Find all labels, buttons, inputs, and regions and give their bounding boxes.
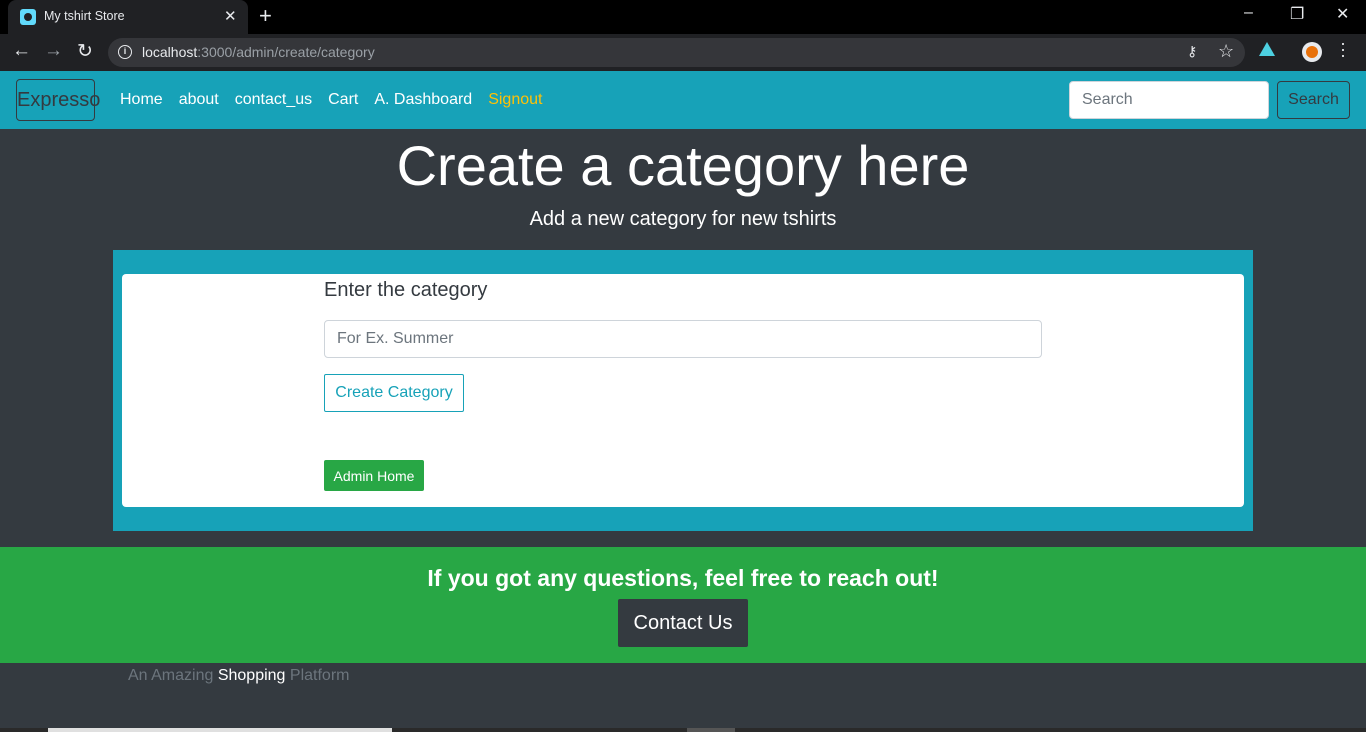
key-icon[interactable]: ⚷ <box>1187 43 1197 60</box>
page-title: Create a category here <box>396 134 970 197</box>
site-info-icon[interactable]: i <box>118 45 132 59</box>
browser-menu-icon[interactable]: · · · <box>1338 34 1348 64</box>
nav-link-home[interactable]: Home <box>120 91 163 109</box>
forward-icon[interactable]: → <box>44 40 63 62</box>
browser-toolbar: ← → ↻ i localhost:3000/admin/create/cate… <box>0 34 1366 71</box>
profile-avatar[interactable] <box>1302 42 1322 62</box>
tab-title: My tshirt Store <box>44 9 125 23</box>
nav-link-admin-dashboard[interactable]: A. Dashboard <box>374 91 472 109</box>
extension-icon[interactable] <box>1259 42 1275 56</box>
react-favicon-icon <box>20 9 36 25</box>
category-input[interactable] <box>324 320 1042 358</box>
nav-link-about[interactable]: about <box>179 91 219 109</box>
nav-link-cart[interactable]: Cart <box>328 91 358 109</box>
close-window-icon[interactable]: ✕ <box>1336 4 1349 24</box>
search-button[interactable]: Search <box>1277 81 1350 119</box>
url-text: localhost:3000/admin/create/category <box>142 44 375 60</box>
close-tab-icon[interactable]: ✕ <box>224 7 237 25</box>
create-category-button[interactable]: Create Category <box>324 374 464 412</box>
category-label: Enter the category <box>324 279 488 301</box>
footer-message: If you got any questions, feel free to r… <box>427 565 939 591</box>
new-tab-icon[interactable]: + <box>259 3 272 29</box>
bottom-strip-segment <box>48 728 392 732</box>
footer-tagline: An Amazing Shopping Platform <box>128 667 350 684</box>
site-navbar: Expresso Home about contact_us Cart A. D… <box>0 71 1366 129</box>
nav-link-signout[interactable]: Signout <box>488 91 542 109</box>
search-input[interactable] <box>1069 81 1269 119</box>
minimize-icon[interactable]: – <box>1244 4 1253 22</box>
browser-tab[interactable]: My tshirt Store ✕ <box>8 0 248 34</box>
contact-us-button[interactable]: Contact Us <box>618 599 748 647</box>
nav-links: Home about contact_us Cart A. Dashboard … <box>112 91 550 109</box>
brand-logo[interactable]: Expresso <box>16 79 100 121</box>
restore-icon[interactable]: ❐ <box>1290 4 1304 24</box>
reload-icon[interactable]: ↻ <box>77 40 93 63</box>
category-form-card: Enter the category Create Category Admin… <box>122 274 1244 507</box>
browser-tabbar: My tshirt Store ✕ + – ❐ ✕ <box>0 0 1366 34</box>
admin-home-button[interactable]: Admin Home <box>324 460 424 491</box>
address-bar[interactable]: i localhost:3000/admin/create/category ⚷… <box>108 38 1245 67</box>
back-icon[interactable]: ← <box>12 40 31 62</box>
bookmark-star-icon[interactable]: ☆ <box>1218 41 1234 62</box>
footer: If you got any questions, feel free to r… <box>0 547 1366 663</box>
form-panel: Enter the category Create Category Admin… <box>113 250 1253 531</box>
page-subtitle: Add a new category for new tshirts <box>529 208 837 230</box>
nav-link-contact[interactable]: contact_us <box>235 91 312 109</box>
bottom-strip-segment <box>687 728 735 732</box>
